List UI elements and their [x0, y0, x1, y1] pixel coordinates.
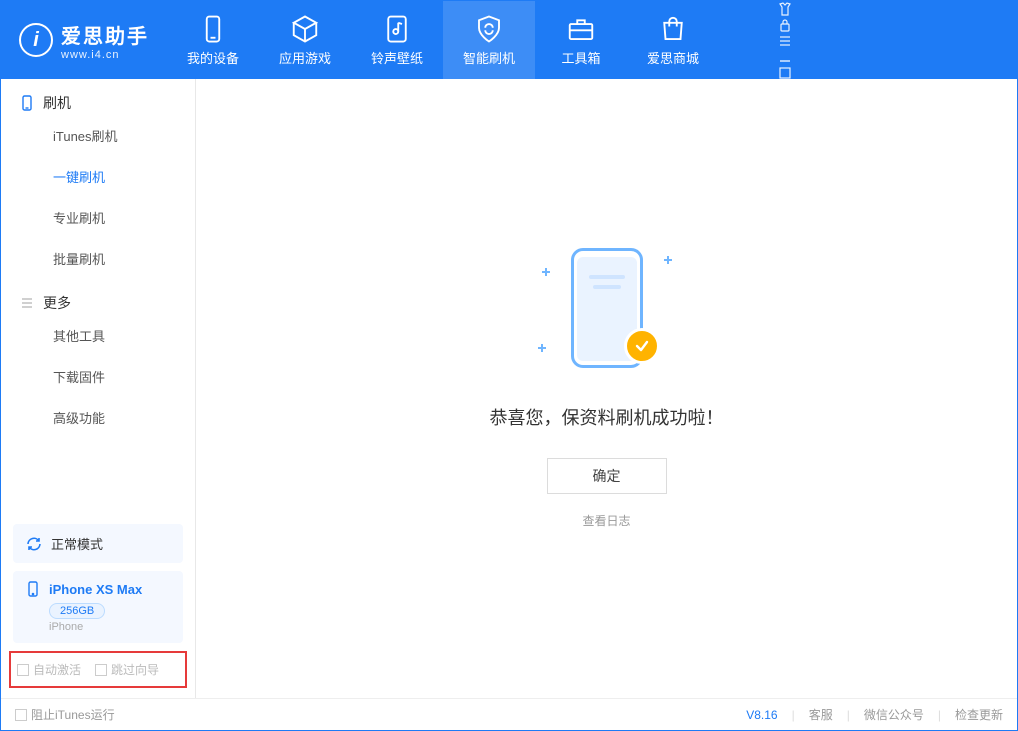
tab-label: 铃声壁纸 [371, 48, 423, 67]
wechat-link[interactable]: 微信公众号 [864, 706, 924, 723]
store-icon [658, 14, 688, 44]
check-badge-icon [624, 328, 660, 364]
ok-button[interactable]: 确定 [547, 458, 667, 494]
sidebar-item-pro-flash[interactable]: 专业刷机 [1, 197, 195, 238]
check-update-link[interactable]: 检查更新 [955, 706, 1003, 723]
app-logo[interactable]: i 爱思助手 www.i4.cn [1, 1, 167, 79]
checkbox-block-itunes[interactable]: 阻止iTunes运行 [15, 706, 115, 723]
minimize-icon[interactable] [777, 49, 793, 65]
shield-sync-icon [474, 14, 504, 44]
checkbox-auto-activate[interactable]: 自动激活 [17, 661, 81, 678]
logo-icon: i [19, 23, 53, 57]
cube-icon [290, 14, 320, 44]
sidebar-item-batch-flash[interactable]: 批量刷机 [1, 238, 195, 279]
sparkle-icon [538, 344, 546, 352]
sidebar: 刷机 iTunes刷机 一键刷机 专业刷机 批量刷机 更多 其他工具 下载固件 … [1, 79, 196, 698]
app-name-cn: 爱思助手 [61, 20, 149, 49]
device-mode-label: 正常模式 [51, 534, 103, 553]
tab-toolbox[interactable]: 工具箱 [535, 1, 627, 79]
options-highlight-box: 自动激活 跳过向导 [9, 651, 187, 688]
phone-small-icon [19, 95, 35, 111]
success-message: 恭喜您，保资料刷机成功啦！ [490, 404, 724, 430]
main-content: 恭喜您，保资料刷机成功啦！ 确定 查看日志 [196, 79, 1017, 698]
success-illustration [522, 248, 692, 378]
version-label: V8.16 [746, 708, 777, 722]
tab-label: 爱思商城 [647, 48, 699, 67]
device-icon [198, 14, 228, 44]
music-file-icon [382, 14, 412, 44]
sidebar-item-download-firmware[interactable]: 下载固件 [1, 356, 195, 397]
tab-store[interactable]: 爱思商城 [627, 1, 719, 79]
tab-label: 智能刷机 [463, 48, 515, 67]
sparkle-icon [542, 268, 550, 276]
sidebar-item-other-tools[interactable]: 其他工具 [1, 315, 195, 356]
tab-label: 工具箱 [561, 48, 600, 67]
view-log-link[interactable]: 查看日志 [582, 512, 630, 529]
sidebar-item-itunes-flash[interactable]: iTunes刷机 [1, 115, 195, 156]
titlebar: i 爱思助手 www.i4.cn 我的设备 应用游戏 铃声壁纸 智能刷机 工具箱 [1, 1, 1017, 79]
list-icon [19, 295, 35, 311]
toolbox-icon [566, 14, 596, 44]
tshirt-icon[interactable] [777, 1, 793, 17]
tab-ringtone-wallpaper[interactable]: 铃声壁纸 [351, 1, 443, 79]
sidebar-item-oneclick-flash[interactable]: 一键刷机 [1, 156, 195, 197]
sparkle-icon [664, 256, 672, 264]
statusbar: 阻止iTunes运行 V8.16 | 客服 | 微信公众号 | 检查更新 [1, 698, 1017, 730]
tab-label: 应用游戏 [279, 48, 331, 67]
checkbox-skip-guide[interactable]: 跳过向导 [95, 661, 159, 678]
device-name: iPhone XS Max [49, 582, 142, 597]
sync-icon [25, 535, 43, 553]
device-panel: 正常模式 iPhone XS Max 256GB iPhone 自动激活 跳过向… [1, 516, 195, 698]
tab-apps-games[interactable]: 应用游戏 [259, 1, 351, 79]
tab-my-device[interactable]: 我的设备 [167, 1, 259, 79]
support-link[interactable]: 客服 [809, 706, 833, 723]
logo-text: 爱思助手 www.i4.cn [61, 20, 149, 61]
tab-flash[interactable]: 智能刷机 [443, 1, 535, 79]
device-mode-box[interactable]: 正常模式 [13, 524, 183, 563]
sidebar-section-flash: 刷机 [1, 79, 195, 115]
phone-device-icon [25, 581, 41, 597]
device-type: iPhone [49, 621, 171, 633]
device-capacity: 256GB [49, 603, 105, 619]
app-name-en: www.i4.cn [61, 49, 149, 61]
tab-label: 我的设备 [187, 48, 239, 67]
sidebar-item-advanced[interactable]: 高级功能 [1, 397, 195, 438]
lock-icon[interactable] [777, 17, 793, 33]
menu-icon[interactable] [777, 33, 793, 49]
device-info-box[interactable]: iPhone XS Max 256GB iPhone [13, 571, 183, 643]
sidebar-section-more: 更多 [1, 279, 195, 315]
main-tabs: 我的设备 应用游戏 铃声壁纸 智能刷机 工具箱 爱思商城 [167, 1, 719, 79]
